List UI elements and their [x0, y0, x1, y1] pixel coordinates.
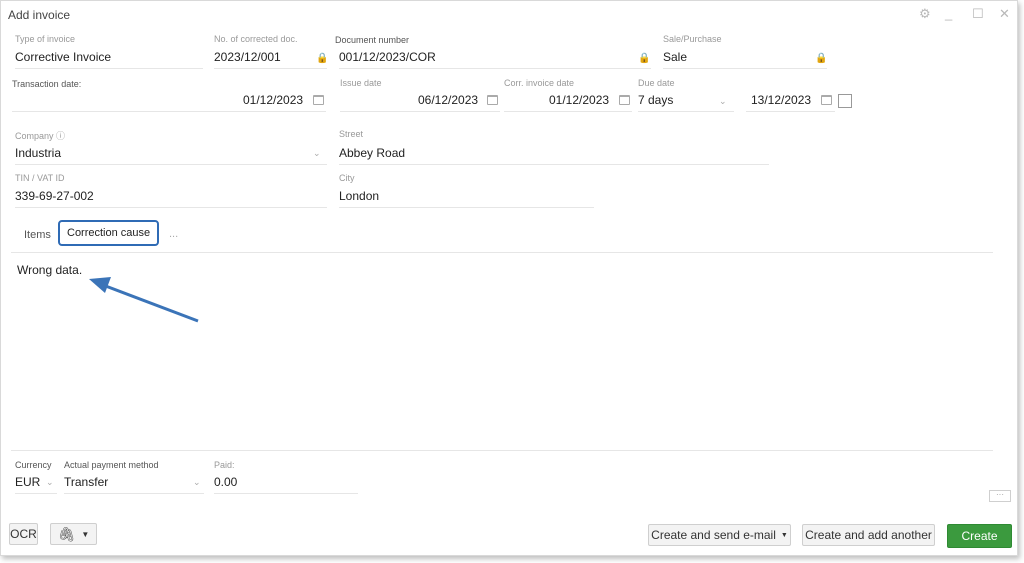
more-options-button[interactable]: ··· — [989, 490, 1011, 502]
currency-label: Currency — [15, 460, 52, 470]
payment-method-select[interactable]: Transfer — [64, 475, 108, 489]
create-button[interactable]: Create — [947, 524, 1012, 548]
paperclip-icon: 🖇 — [57, 525, 76, 542]
caret-down-icon: ▼ — [780, 531, 788, 539]
paid-label: Paid: — [214, 460, 235, 470]
attachment-button[interactable]: 🖇 ▼ — [50, 523, 97, 545]
create-and-add-another-button[interactable]: Create and add another — [802, 524, 935, 546]
annotation-arrow — [89, 277, 199, 323]
add-invoice-window: Add invoice ⚙ _ ☐ ✕ Type of invoice Corr… — [0, 0, 1018, 556]
caret-down-icon: ▼ — [81, 529, 90, 539]
payment-method-label: Actual payment method — [64, 460, 159, 470]
chevron-down-icon[interactable]: ⌄ — [193, 477, 201, 488]
create-and-send-email-button[interactable]: Create and send e-mail ▼ — [648, 524, 791, 546]
ocr-button[interactable]: OCR — [9, 523, 38, 545]
chevron-down-icon[interactable]: ⌄ — [46, 477, 54, 488]
currency-select[interactable]: EUR — [15, 475, 40, 489]
paid-field[interactable]: 0.00 — [214, 475, 237, 489]
